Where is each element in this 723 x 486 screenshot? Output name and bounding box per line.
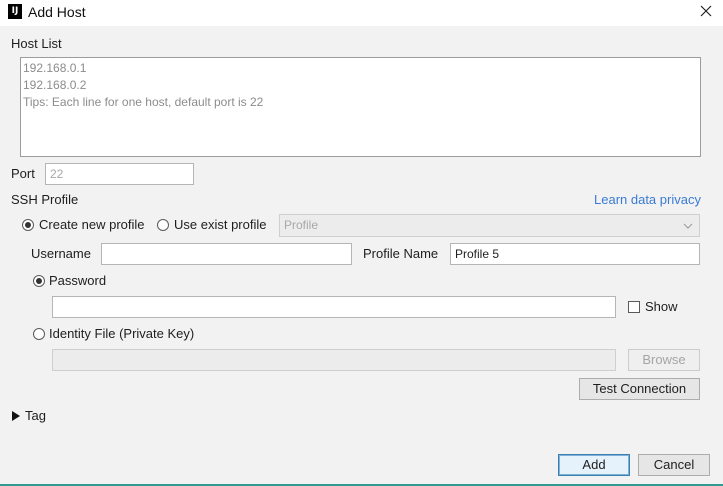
app-icon: IJ (8, 4, 22, 19)
identity-file-label[interactable]: Identity File (Private Key) (49, 326, 194, 341)
port-label: Port (11, 166, 35, 181)
cancel-button[interactable]: Cancel (638, 454, 710, 476)
learn-data-privacy-link[interactable]: Learn data privacy (594, 192, 701, 207)
identity-file-radio[interactable] (33, 328, 45, 340)
host-list-textarea[interactable]: 192.168.0.1 192.168.0.2 Tips: Each line … (20, 57, 701, 157)
use-exist-profile-radio[interactable] (157, 219, 169, 231)
identity-file-input[interactable] (52, 349, 616, 371)
host-list-line: 192.168.0.2 (23, 78, 87, 92)
use-exist-profile-label[interactable]: Use exist profile (174, 217, 266, 232)
ssh-profile-label: SSH Profile (11, 192, 79, 207)
chevron-down-icon (683, 223, 693, 229)
close-button[interactable] (693, 1, 719, 23)
tag-expander[interactable]: Tag (11, 408, 61, 424)
profile-name-label: Profile Name (363, 246, 439, 261)
username-input[interactable] (101, 243, 352, 265)
test-connection-button[interactable]: Test Connection (579, 378, 700, 400)
browse-button[interactable]: Browse (628, 349, 700, 371)
host-list-hint: Tips: Each line for one host, default po… (23, 95, 264, 109)
close-icon (700, 5, 712, 17)
expand-triangle-icon (12, 411, 20, 421)
show-password-label[interactable]: Show (645, 299, 678, 314)
profile-select-value: Profile (284, 218, 319, 232)
password-label[interactable]: Password (49, 273, 106, 288)
profile-select[interactable]: Profile (279, 214, 700, 237)
create-new-profile-radio[interactable] (22, 219, 34, 231)
create-new-profile-label[interactable]: Create new profile (39, 217, 145, 232)
host-list-label: Host List (11, 36, 62, 51)
profile-name-input[interactable]: Profile 5 (450, 243, 700, 265)
password-radio[interactable] (33, 275, 45, 287)
host-list-line: 192.168.0.1 (23, 61, 87, 75)
add-button[interactable]: Add (558, 454, 630, 476)
show-password-checkbox[interactable] (628, 301, 640, 313)
username-label: Username (31, 246, 91, 261)
password-input[interactable] (52, 296, 616, 318)
tag-label: Tag (25, 408, 46, 423)
port-input[interactable]: 22 (45, 163, 194, 185)
title-bar: IJ Add Host (0, 0, 723, 26)
window-title: Add Host (28, 4, 86, 20)
